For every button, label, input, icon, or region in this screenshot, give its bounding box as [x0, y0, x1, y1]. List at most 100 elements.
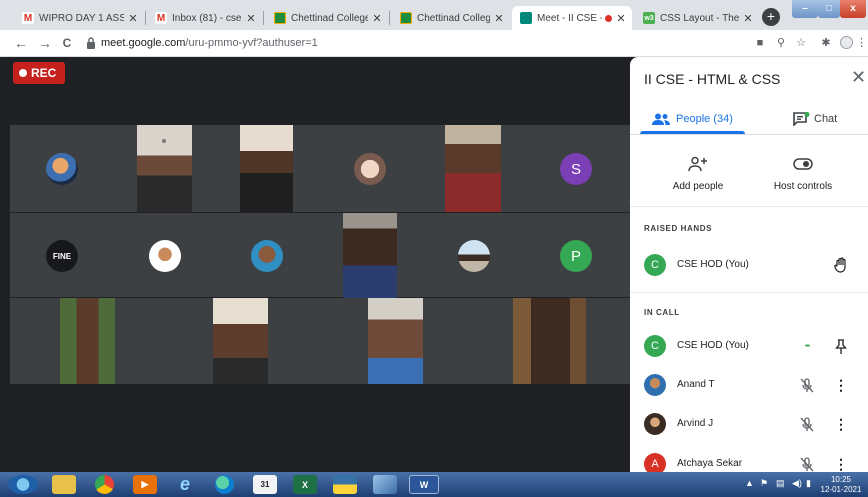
kebab-menu-icon[interactable]: ⋮ [832, 376, 850, 394]
participant-row[interactable]: Arvind J ⋮ [630, 409, 868, 439]
tray-arrow-icon[interactable]: ▲ [745, 478, 754, 488]
paint-icon[interactable] [373, 475, 397, 494]
clock-date: 12-01-2021 [820, 485, 862, 494]
participant-avatar[interactable] [354, 153, 386, 185]
participant-video-tile[interactable] [60, 298, 115, 384]
tab-separator [263, 11, 264, 25]
os-taskbar: ▶ e 31 X W ▲ ⚑ ▤ ◀) ▮ 10:25 12-01-2021 [0, 472, 868, 497]
kebab-menu-icon[interactable]: ⋮ [832, 415, 850, 433]
internet-explorer-icon[interactable]: e [173, 474, 197, 494]
participant-avatar[interactable] [149, 240, 181, 272]
extension-puzzle-icon[interactable]: ✱ [818, 35, 834, 51]
browser-tab-active[interactable]: Meet - II CSE - HTM ✕ [512, 6, 632, 30]
participant-name: CSE HOD (You) [677, 259, 749, 270]
participant-avatar[interactable]: P [560, 240, 592, 272]
participant-row[interactable]: A Atchaya Sekar ⋮ [630, 449, 868, 472]
participant-avatar[interactable] [458, 240, 490, 272]
system-clock[interactable]: 10:25 12-01-2021 [818, 475, 864, 495]
participant-avatar[interactable] [251, 240, 283, 272]
browser-tab[interactable]: Chettinad College of En ✕ [266, 6, 388, 30]
file-explorer-icon[interactable] [52, 475, 76, 494]
browser-tab-title: Meet - II CSE - HTM [537, 12, 602, 24]
lock-icon[interactable] [86, 36, 96, 50]
participant-video-tile[interactable] [445, 125, 501, 212]
close-icon[interactable]: ✕ [128, 12, 138, 25]
browser-tab[interactable]: Chettinad College of En ✕ [392, 6, 510, 30]
classroom-icon [274, 12, 286, 24]
participant-avatar[interactable]: FINE [46, 240, 78, 272]
minimize-button[interactable]: – [792, 0, 818, 18]
close-icon[interactable]: ✕ [743, 12, 753, 25]
participant-row-2 [10, 213, 630, 297]
python-icon[interactable] [333, 475, 357, 494]
participant-video-tile[interactable] [213, 298, 268, 384]
browser-tab-title: Inbox (81) - csehod@ch [172, 12, 242, 24]
chrome-icon[interactable] [95, 475, 114, 494]
browser-tab-strip: M WIPRO DAY 1 ASSESSM ✕ M Inbox (81) - c… [0, 0, 868, 30]
participant-name: Anand T [677, 379, 715, 390]
battery-icon[interactable]: ▮ [806, 478, 811, 489]
participant-avatar [644, 413, 666, 435]
tab-chat-label: Chat [814, 113, 838, 125]
camera-icon[interactable]: ■ [752, 35, 768, 51]
participant-avatar[interactable]: S [560, 153, 592, 185]
browser-tab[interactable]: M WIPRO DAY 1 ASSESSM ✕ [14, 6, 144, 30]
close-icon[interactable]: ✕ [246, 12, 256, 25]
browser-tab[interactable]: M Inbox (81) - csehod@ch ✕ [147, 6, 262, 30]
participant-row[interactable]: C CSE HOD (You) ••• [630, 331, 868, 361]
host-controls-button[interactable]: Host controls [763, 152, 843, 192]
start-button[interactable] [8, 475, 38, 494]
participant-video-tile[interactable] [137, 125, 192, 212]
close-icon[interactable]: ✕ [494, 12, 504, 25]
mic-off-icon[interactable] [798, 415, 816, 433]
forward-button[interactable]: → [36, 34, 54, 52]
close-icon[interactable]: ✕ [851, 67, 866, 88]
word-icon[interactable]: W [409, 475, 439, 494]
address-bar-row: ← → C meet.google.com/uru-pmmo-yvf?authu… [0, 30, 868, 57]
participant-avatar[interactable] [46, 153, 78, 185]
reload-button[interactable]: C [58, 34, 76, 52]
kebab-menu-icon[interactable]: ⋮ [832, 455, 850, 472]
maximize-button[interactable]: □ [818, 0, 840, 18]
back-button[interactable]: ← [12, 34, 30, 52]
url-field[interactable]: meet.google.com/uru-pmmo-yvf?authuser=1 [101, 37, 318, 49]
new-tab-button[interactable]: + [762, 8, 780, 26]
raised-hand-icon[interactable] [832, 256, 850, 274]
browser-tab-title: Chettinad College of En [417, 12, 490, 24]
pin-icon[interactable] [832, 337, 850, 355]
people-icon [652, 113, 670, 125]
media-player-icon[interactable]: ▶ [133, 475, 157, 494]
participant-video-tile[interactable] [513, 298, 586, 384]
participant-row[interactable]: C CSE HOD (You) [630, 250, 868, 280]
browser-menu-icon[interactable]: ⋮ [856, 35, 867, 51]
close-icon[interactable]: ✕ [616, 12, 626, 25]
mic-off-icon[interactable] [798, 376, 816, 394]
browser-tab[interactable]: w3 CSS Layout - The display ✕ [635, 6, 759, 30]
window-close-button[interactable]: x [840, 0, 866, 18]
bookmark-star-icon[interactable]: ☆ [793, 35, 809, 51]
participant-video-tile[interactable] [368, 298, 423, 384]
host-controls-label: Host controls [773, 181, 833, 192]
action-center-flag-icon[interactable]: ⚑ [760, 478, 768, 489]
participant-video-tile[interactable] [240, 125, 293, 212]
in-call-heading: IN CALL [644, 308, 680, 317]
participant-row[interactable]: Anand T ⋮ [630, 370, 868, 400]
add-people-button[interactable]: Add people [658, 152, 738, 192]
tab-chat[interactable]: Chat [793, 109, 837, 129]
more-options-icon[interactable]: ••• [798, 337, 816, 355]
participant-video-tile[interactable] [343, 213, 397, 298]
tab-people[interactable]: People (34) [652, 109, 733, 129]
zoom-icon[interactable]: ⚲ [773, 35, 789, 51]
profile-icon[interactable] [838, 35, 854, 51]
volume-icon[interactable]: ◀) [792, 478, 802, 489]
panel-divider [630, 292, 868, 293]
participant-name: Atchaya Sekar [677, 458, 743, 469]
edge-icon[interactable] [215, 475, 234, 494]
mic-off-icon[interactable] [798, 455, 816, 472]
calendar-icon[interactable]: 31 [253, 475, 277, 494]
classroom-icon [400, 12, 412, 24]
excel-icon[interactable]: X [293, 475, 317, 494]
camera-lens-icon [162, 139, 166, 143]
close-icon[interactable]: ✕ [372, 12, 382, 25]
network-icon[interactable]: ▤ [776, 478, 785, 489]
